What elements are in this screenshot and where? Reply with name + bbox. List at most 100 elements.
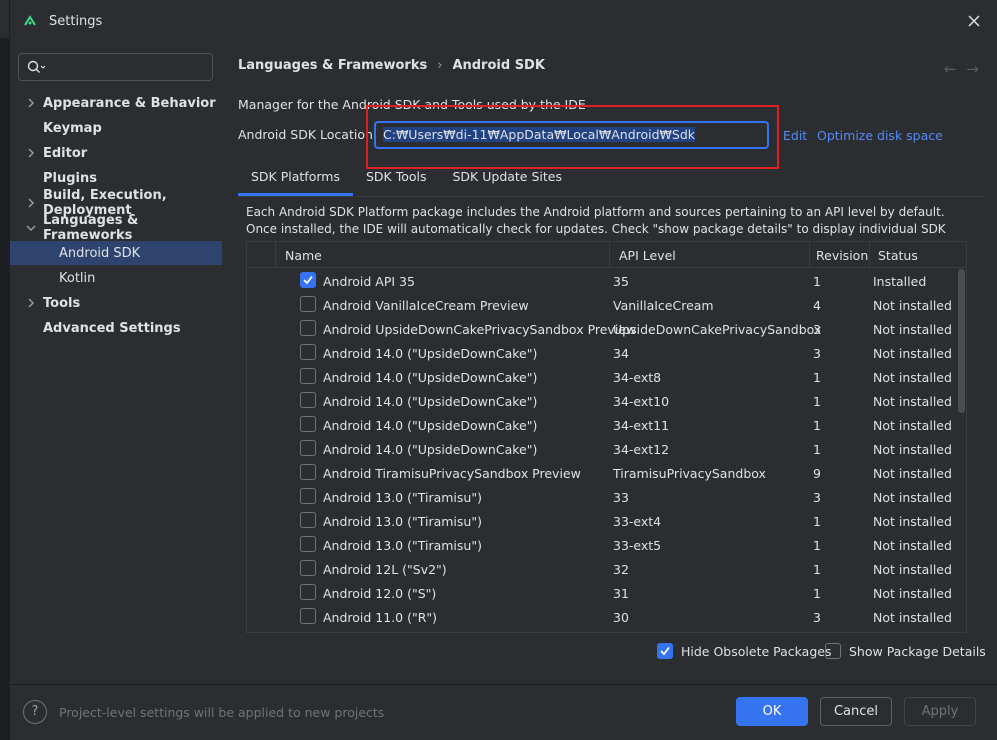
table-row[interactable]: Android 14.0 ("UpsideDownCake") 34-ext11 1…	[247, 413, 966, 437]
sidebar-item-android-sdk[interactable]: Android SDK	[10, 241, 222, 265]
cell-revision: 3	[813, 490, 821, 505]
close-icon[interactable]	[965, 12, 983, 30]
cell-status: Not installed	[873, 346, 952, 361]
cell-status: Not installed	[873, 466, 952, 481]
table-row[interactable]: Android 14.0 ("UpsideDownCake") 34-ext8 1 N…	[247, 365, 966, 389]
cell-status: Not installed	[873, 442, 952, 457]
row-checkbox[interactable]	[300, 368, 316, 384]
sidebar-item-label: Plugins	[43, 170, 97, 186]
sidebar-item-appearance-behavior[interactable]: Appearance & Behavior	[10, 91, 222, 115]
row-checkbox[interactable]	[300, 416, 316, 432]
cell-status: Not installed	[873, 490, 952, 505]
table-row[interactable]: Android TiramisuPrivacySandbox Preview Ti…	[247, 461, 966, 485]
row-checkbox[interactable]	[300, 464, 316, 480]
table-row[interactable]: Android 14.0 ("UpsideDownCake") 34-ext10 1…	[247, 389, 966, 413]
forward-arrow-icon[interactable]: →	[966, 60, 979, 78]
sidebar-item-kotlin[interactable]: Kotlin	[10, 266, 222, 290]
column-header-name[interactable]: Name	[285, 248, 322, 263]
table-row[interactable]: Android UpsideDownCakePrivacySandbox Pre…	[247, 317, 966, 341]
cell-status: Not installed	[873, 538, 952, 553]
cell-revision: 1	[813, 586, 821, 601]
sidebar-item-label: Advanced Settings	[43, 320, 181, 336]
hide-obsolete-packages-option[interactable]: Hide Obsolete Packages	[657, 643, 831, 659]
help-button[interactable]: ?	[23, 700, 47, 724]
edit-link[interactable]: Edit	[783, 128, 807, 143]
apply-button[interactable]: Apply	[904, 697, 976, 726]
chevron-right-icon[interactable]	[26, 147, 36, 159]
row-checkbox[interactable]	[300, 512, 316, 528]
table-row[interactable]: Android VanillaIceCream Preview VanillaIc…	[247, 293, 966, 317]
row-checkbox[interactable]	[300, 296, 316, 312]
settings-sidebar: Appearance & Behavior Keymap Editor Plugins…	[10, 44, 222, 684]
cell-revision: 1	[813, 418, 821, 433]
cell-status: Not installed	[873, 514, 952, 529]
tab-sdk-tools[interactable]: SDK Tools	[353, 160, 440, 196]
chevron-right-icon[interactable]	[26, 197, 36, 209]
breadcrumb: Languages & Frameworks › Android SDK	[238, 58, 545, 73]
show-details-checkbox[interactable]	[825, 643, 841, 659]
table-row[interactable]: Android 14.0 ("UpsideDownCake") 34-ext12 1…	[247, 437, 966, 461]
tab-sdk-platforms[interactable]: SDK Platforms	[238, 160, 353, 196]
ok-button[interactable]: OK	[736, 697, 808, 726]
row-checkbox[interactable]	[300, 272, 316, 288]
cell-api-level: 33	[613, 490, 629, 505]
cell-revision: 1	[813, 538, 821, 553]
search-input[interactable]	[18, 53, 213, 81]
table-row[interactable]: Android 12.0 ("S") 31 1 Not installed	[247, 581, 966, 605]
column-header-status[interactable]: Status	[878, 248, 918, 263]
table-row[interactable]: Android 12L ("Sv2") 32 1 Not installed	[247, 557, 966, 581]
sidebar-item-editor[interactable]: Editor	[10, 141, 222, 165]
cell-revision: 3	[813, 610, 821, 625]
sdk-platforms-table: Name API Level Revision Status Android A…	[246, 241, 967, 633]
cell-api-level: UpsideDownCakePrivacySandbox	[613, 322, 822, 337]
table-row[interactable]: Android 13.0 ("Tiramisu") 33 3 Not installe…	[247, 485, 966, 509]
sidebar-item-languages-frameworks[interactable]: Languages & Frameworks	[10, 213, 222, 243]
sidebar-item-keymap[interactable]: Keymap	[10, 116, 222, 140]
cell-api-level: 30	[613, 610, 629, 625]
optimize-disk-space-link[interactable]: Optimize disk space	[817, 128, 943, 143]
cell-status: Not installed	[873, 562, 952, 577]
column-header-revision[interactable]: Revision	[816, 248, 868, 263]
table-row[interactable]: Android 11.0 ("R") 30 3 Not installed	[247, 605, 966, 629]
breadcrumb-separator: ›	[437, 58, 443, 73]
row-checkbox[interactable]	[300, 608, 316, 624]
cancel-button[interactable]: Cancel	[820, 697, 892, 726]
breadcrumb-current: Android SDK	[452, 58, 545, 73]
row-checkbox[interactable]	[300, 344, 316, 360]
cell-status: Not installed	[873, 370, 952, 385]
title-bar: Settings	[10, 0, 997, 44]
sidebar-item-build-execution-deployment[interactable]: Build, Execution, Deployment	[10, 188, 222, 218]
show-package-details-option[interactable]: Show Package Details	[825, 643, 986, 659]
chevron-down-icon[interactable]	[26, 222, 36, 234]
table-row[interactable]: Android 14.0 ("UpsideDownCake") 34 3 Not in…	[247, 341, 966, 365]
project-level-note: Project-level settings will be applied t…	[59, 705, 385, 720]
column-header-api-level[interactable]: API Level	[619, 248, 676, 263]
chevron-right-icon[interactable]	[26, 97, 36, 109]
row-checkbox[interactable]	[300, 584, 316, 600]
row-checkbox[interactable]	[300, 536, 316, 552]
sidebar-item-label: Tools	[43, 295, 81, 311]
table-row[interactable]: Android 13.0 ("Tiramisu") 33-ext4 1 Not ins…	[247, 509, 966, 533]
chevron-right-icon[interactable]	[26, 297, 36, 309]
cell-revision: 9	[813, 466, 821, 481]
cell-name: Android 12.0 ("S")	[323, 586, 437, 601]
table-row[interactable]: Android 13.0 ("Tiramisu") 33-ext5 1 Not ins…	[247, 533, 966, 557]
row-checkbox[interactable]	[300, 560, 316, 576]
cell-api-level: 32	[613, 562, 629, 577]
cell-api-level: 34-ext10	[613, 394, 670, 409]
cell-status: Installed	[873, 274, 927, 289]
back-arrow-icon[interactable]: ←	[944, 60, 957, 78]
sidebar-item-plugins[interactable]: Plugins	[10, 166, 222, 190]
cell-status: Not installed	[873, 298, 952, 313]
tab-sdk-update-sites[interactable]: SDK Update Sites	[440, 160, 576, 196]
breadcrumb-parent[interactable]: Languages & Frameworks	[238, 58, 427, 73]
row-checkbox[interactable]	[300, 320, 316, 336]
hide-obsolete-checkbox[interactable]	[657, 643, 673, 659]
sidebar-item-tools[interactable]: Tools	[10, 291, 222, 315]
row-checkbox[interactable]	[300, 440, 316, 456]
row-checkbox[interactable]	[300, 488, 316, 504]
sidebar-item-advanced-settings[interactable]: Advanced Settings	[10, 316, 222, 340]
table-row[interactable]: Android API 35 35 1 Installed	[247, 269, 966, 293]
table-scrollbar[interactable]	[958, 269, 965, 413]
row-checkbox[interactable]	[300, 392, 316, 408]
